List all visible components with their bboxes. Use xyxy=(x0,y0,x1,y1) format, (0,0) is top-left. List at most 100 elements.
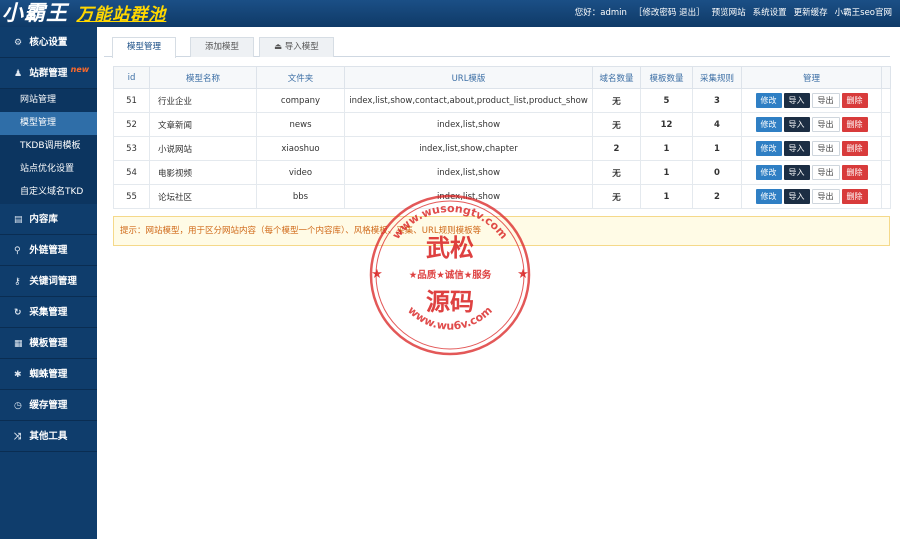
col-header-template-count: 模板数量 xyxy=(640,66,693,89)
menu-group-other-tools[interactable]: ⤨ 其他工具 xyxy=(0,421,97,452)
edit-button[interactable]: 修改 xyxy=(755,93,782,108)
col-header-domain-count: 域名数量 xyxy=(592,66,641,89)
cell-actions: 修改 导入 导出 删除 xyxy=(741,184,882,209)
menu-group-label: 其他工具 xyxy=(29,431,68,442)
cell-folder: bbs xyxy=(256,184,345,209)
export-button[interactable]: 导出 xyxy=(811,165,840,180)
link-icon: ⚲ xyxy=(14,246,21,256)
menu-group-spiders[interactable]: ✱ 蜘蛛管理 xyxy=(0,359,97,390)
menu-group-keywords[interactable]: ⚷ 关键词管理 xyxy=(0,266,97,297)
cell-id: 51 xyxy=(113,88,150,113)
menu-group-outlinks[interactable]: ⚲ 外链管理 xyxy=(0,235,97,266)
menu-group-label: 模板管理 xyxy=(29,338,68,349)
menu-group-content-library[interactable]: ▤ 内容库 xyxy=(0,204,97,235)
export-button[interactable]: 导出 xyxy=(811,141,840,156)
brand-name: 小霸王 xyxy=(2,1,68,25)
sidebar-item-site-optimization[interactable]: 站点优化设置 xyxy=(0,158,97,181)
tip-banner: 提示：网站模型，用于区分网站内容（每个模型一个内容库）、风格模板、采集、URL规… xyxy=(113,216,890,246)
cell-id: 55 xyxy=(113,184,150,209)
cell-template-count[interactable]: 1 xyxy=(640,136,693,161)
cell-spacer xyxy=(881,136,891,161)
main-content: 模型管理 添加模型 ⏏ 导入模型 id 模型名称 文件夹 URL模版 域名数量 … xyxy=(97,27,900,539)
cell-actions: 修改 导入 导出 删除 xyxy=(741,112,882,137)
delete-button[interactable]: 删除 xyxy=(841,165,868,180)
cell-collect-rules[interactable]: 1 xyxy=(692,136,742,161)
col-header-folder: 文件夹 xyxy=(256,66,345,89)
delete-button[interactable]: 删除 xyxy=(841,189,868,204)
import-button[interactable]: 导入 xyxy=(783,93,810,108)
export-button[interactable]: 导出 xyxy=(811,189,840,204)
document-icon: ▤ xyxy=(14,215,23,225)
refresh-cache-link[interactable]: 更新缓存 xyxy=(794,0,828,27)
menu-group-label: 核心设置 xyxy=(29,37,68,48)
cell-name: 小说网站 xyxy=(149,136,257,161)
cell-domain-count: 无 xyxy=(592,160,641,185)
table-row: 54 电影视频 video index,list,show 无 1 0 修改 导入… xyxy=(113,160,891,185)
cell-template-count[interactable]: 12 xyxy=(640,112,693,137)
menu-group-core-settings[interactable]: ⚙ 核心设置 xyxy=(0,27,97,58)
brand-logo: 小霸王 万能站群池 xyxy=(2,1,166,26)
menu-group-cache[interactable]: ◷ 缓存管理 xyxy=(0,390,97,421)
cell-collect-rules[interactable]: 4 xyxy=(692,112,742,137)
cell-collect-rules[interactable]: 0 xyxy=(692,160,742,185)
delete-button[interactable]: 删除 xyxy=(841,117,868,132)
menu-group-site-cluster[interactable]: ♟ 站群管理 new xyxy=(0,58,97,89)
import-button[interactable]: 导入 xyxy=(783,117,810,132)
cell-template-count[interactable]: 1 xyxy=(640,160,693,185)
col-header-collect-rules: 采集规则 xyxy=(692,66,742,89)
export-button[interactable]: 导出 xyxy=(811,93,840,108)
site-cluster-submenu: 网站管理 模型管理 TKDB调用模板 站点优化设置 自定义域名TKD xyxy=(0,89,97,204)
greeting-text: 您好：admin xyxy=(574,8,627,18)
cell-id: 52 xyxy=(113,112,150,137)
preview-site-link[interactable]: 预览网站 xyxy=(712,0,746,27)
top-header: 小霸王 万能站群池 您好：admin ［修改密码 退出］ 预览网站 系统设置 更… xyxy=(0,0,900,27)
account-links[interactable]: ［修改密码 退出］ xyxy=(634,0,705,27)
clock-icon: ◷ xyxy=(14,401,22,411)
system-settings-link[interactable]: 系统设置 xyxy=(753,0,787,27)
delete-button[interactable]: 删除 xyxy=(841,93,868,108)
cell-domain-count[interactable]: 2 xyxy=(592,136,641,161)
brand-subtitle: 万能站群池 xyxy=(76,5,167,25)
cell-domain-count: 无 xyxy=(592,88,641,113)
sidebar: ⚙ 核心设置 ♟ 站群管理 new 网站管理 模型管理 TKDB调用模板 站点优… xyxy=(0,27,97,539)
menu-group-templates[interactable]: ▦ 模板管理 xyxy=(0,328,97,359)
import-button[interactable]: 导入 xyxy=(783,189,810,204)
cell-name: 电影视频 xyxy=(149,160,257,185)
top-nav: 您好：admin ［修改密码 退出］ 预览网站 系统设置 更新缓存 小霸王seo… xyxy=(575,0,892,27)
cell-url-template: index,list,show xyxy=(344,160,593,185)
menu-group-label: 内容库 xyxy=(29,214,58,225)
table-row: 51 行业企业 company index,list,show,contact,… xyxy=(113,88,891,113)
export-button[interactable]: 导出 xyxy=(811,117,840,132)
menu-group-label: 采集管理 xyxy=(29,307,68,318)
official-site-link[interactable]: 小霸王seo官网 xyxy=(835,0,892,27)
sidebar-item-model-management[interactable]: 模型管理 xyxy=(0,112,97,135)
menu-group-label: 缓存管理 xyxy=(29,400,68,411)
cell-folder: video xyxy=(256,160,345,185)
sidebar-item-tkdb-template[interactable]: TKDB调用模板 xyxy=(0,135,97,158)
cell-actions: 修改 导入 导出 删除 xyxy=(741,160,882,185)
col-header-id: id xyxy=(113,66,150,89)
import-button[interactable]: 导入 xyxy=(783,165,810,180)
cell-template-count[interactable]: 5 xyxy=(640,88,693,113)
cell-actions: 修改 导入 导出 删除 xyxy=(741,136,882,161)
edit-button[interactable]: 修改 xyxy=(755,165,782,180)
tab-add-model[interactable]: 添加模型 xyxy=(190,37,255,57)
import-button[interactable]: 导入 xyxy=(783,141,810,156)
tab-import-model[interactable]: ⏏ 导入模型 xyxy=(259,37,334,57)
sidebar-item-site-management[interactable]: 网站管理 xyxy=(0,89,97,112)
edit-button[interactable]: 修改 xyxy=(755,189,782,204)
delete-button[interactable]: 删除 xyxy=(841,141,868,156)
menu-group-collection[interactable]: ↻ 采集管理 xyxy=(0,297,97,328)
cell-template-count[interactable]: 1 xyxy=(640,184,693,209)
col-header-name: 模型名称 xyxy=(149,66,257,89)
edit-button[interactable]: 修改 xyxy=(755,117,782,132)
cell-collect-rules[interactable]: 2 xyxy=(692,184,742,209)
menu-group-label: 外链管理 xyxy=(29,245,68,256)
sidebar-item-custom-domain-tkd[interactable]: 自定义域名TKD xyxy=(0,181,97,204)
cell-folder: company xyxy=(256,88,345,113)
tab-model-management[interactable]: 模型管理 xyxy=(112,37,177,58)
new-badge: new xyxy=(70,65,90,74)
edit-button[interactable]: 修改 xyxy=(755,141,782,156)
cell-collect-rules[interactable]: 3 xyxy=(692,88,742,113)
cell-spacer xyxy=(881,88,891,113)
